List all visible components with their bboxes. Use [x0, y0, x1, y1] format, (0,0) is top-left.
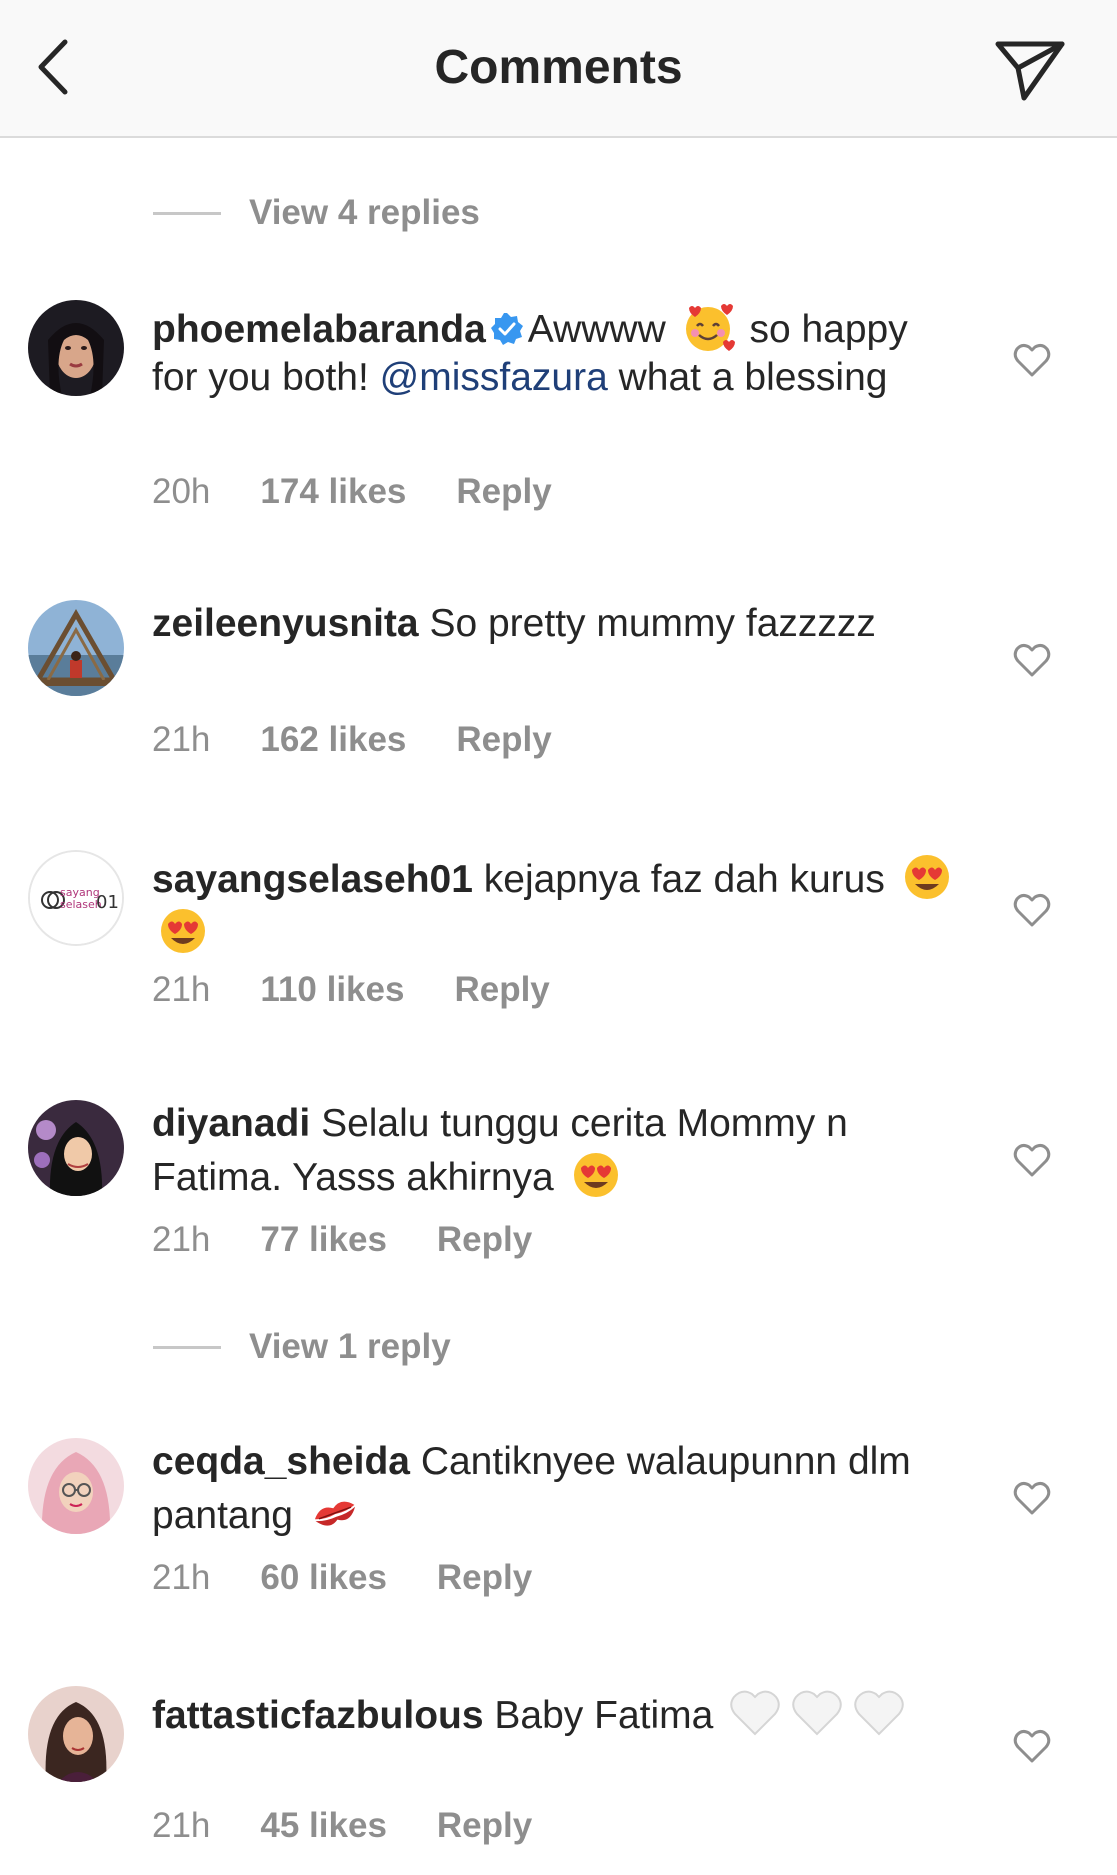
comment-likes[interactable]: 162 likes: [260, 720, 406, 760]
comment-text: fattasticfazbulous Baby Fatima: [152, 1686, 962, 1740]
header-bar: Comments: [0, 0, 1117, 138]
heart-eyes-emoji-icon: [573, 1153, 618, 1197]
comment-meta: 21h 110 likes Reply: [152, 968, 550, 1012]
view-replies-label: View 1 reply: [249, 1327, 451, 1366]
white-heart-emoji-icon: [854, 1690, 904, 1736]
heart-outline-icon[interactable]: [1012, 1726, 1052, 1766]
comment-text-part: Awwww: [527, 308, 666, 351]
comment-meta: 21h 77 likes Reply: [152, 1218, 532, 1262]
reply-button[interactable]: Reply: [454, 970, 549, 1010]
comment-time: 21h: [152, 1806, 211, 1845]
heart-eyes-emoji-icon: [904, 855, 949, 899]
comment-likes[interactable]: 45 likes: [260, 1806, 387, 1846]
heart-outline-icon[interactable]: [1012, 640, 1052, 680]
avatar[interactable]: [28, 1438, 124, 1534]
heart-outline-icon[interactable]: [1012, 1478, 1052, 1518]
comment-text: zeileenyusnita So pretty mummy fazzzzz: [152, 600, 962, 648]
comment-username[interactable]: diyanadi: [152, 1102, 310, 1145]
reply-button[interactable]: Reply: [437, 1806, 532, 1846]
comment-text-part: Baby Fatima: [494, 1694, 714, 1737]
reply-button[interactable]: Reply: [456, 472, 551, 512]
kiss-mark-emoji-icon: [314, 1501, 355, 1526]
comment-meta: 21h 162 likes Reply: [152, 718, 552, 762]
avatar[interactable]: [28, 600, 124, 696]
comment-text: sayangselaseh01 kejapnya faz dah kurus: [152, 850, 962, 958]
page-title: Comments: [434, 41, 683, 94]
comment-time: 21h: [152, 1220, 211, 1259]
direct-send-icon: [995, 41, 1065, 101]
comment-text: diyanadi Selalu tunggu cerita Mommy n Fa…: [152, 1100, 962, 1202]
comment-username[interactable]: phoemelabaranda: [152, 308, 486, 351]
reply-button[interactable]: Reply: [456, 720, 551, 760]
view-replies-label: View 4 replies: [249, 193, 480, 232]
comment-likes[interactable]: 60 likes: [260, 1558, 387, 1598]
heart-outline-icon[interactable]: [1012, 1140, 1052, 1180]
comment-meta: 21h 60 likes Reply: [152, 1556, 532, 1600]
view-replies-button[interactable]: View 4 replies: [153, 188, 480, 238]
comment-time: 21h: [152, 970, 211, 1009]
comment-text-part: what a blessing: [618, 356, 888, 399]
comment-username[interactable]: zeileenyusnita: [152, 602, 419, 645]
view-replies-button[interactable]: View 1 reply: [153, 1322, 451, 1372]
white-heart-emoji-icon: [730, 1690, 780, 1736]
avatar[interactable]: [28, 300, 124, 396]
comment-time: 21h: [152, 1558, 211, 1597]
divider-line: [153, 1345, 221, 1349]
avatar[interactable]: [28, 1686, 124, 1782]
svg-text:01: 01: [96, 892, 119, 913]
comment-likes[interactable]: 77 likes: [260, 1220, 387, 1260]
heart-eyes-emoji-icon: [161, 909, 205, 953]
comment-username[interactable]: ceqda_sheida: [152, 1440, 410, 1483]
comment-time: 21h: [152, 720, 211, 759]
direct-send-button[interactable]: [990, 30, 1070, 110]
comment-likes[interactable]: 174 likes: [260, 472, 406, 512]
white-heart-emoji-icon: [792, 1690, 842, 1736]
comment-meta: 20h 174 likes Reply: [152, 470, 552, 514]
reply-button[interactable]: Reply: [437, 1220, 532, 1260]
verified-badge-icon: [490, 313, 523, 345]
divider-line: [153, 211, 221, 215]
avatar[interactable]: sayang selaseh 01: [28, 850, 124, 946]
heart-outline-icon[interactable]: [1012, 340, 1052, 380]
comment-username[interactable]: fattasticfazbulous: [152, 1694, 484, 1737]
comment-text: phoemelabaranda Awwww so happy for you b…: [152, 300, 962, 402]
smiling-face-with-hearts-emoji-icon: [685, 304, 735, 351]
reply-button[interactable]: Reply: [437, 1558, 532, 1598]
comment-text: ceqda_sheida Cantiknyee walaupunnn dlm p…: [152, 1438, 962, 1540]
comment-time: 20h: [152, 472, 211, 511]
avatar[interactable]: [28, 1100, 124, 1196]
mention-link[interactable]: @missfazura: [380, 356, 608, 399]
comment-text-part: kejapnya faz dah kurus: [483, 858, 885, 901]
comment-text-part: So pretty mummy fazzzzz: [429, 602, 876, 645]
comment-username[interactable]: sayangselaseh01: [152, 858, 473, 901]
comment-meta: 21h 45 likes Reply: [152, 1804, 532, 1848]
heart-outline-icon[interactable]: [1012, 890, 1052, 930]
comment-likes[interactable]: 110 likes: [260, 970, 404, 1010]
